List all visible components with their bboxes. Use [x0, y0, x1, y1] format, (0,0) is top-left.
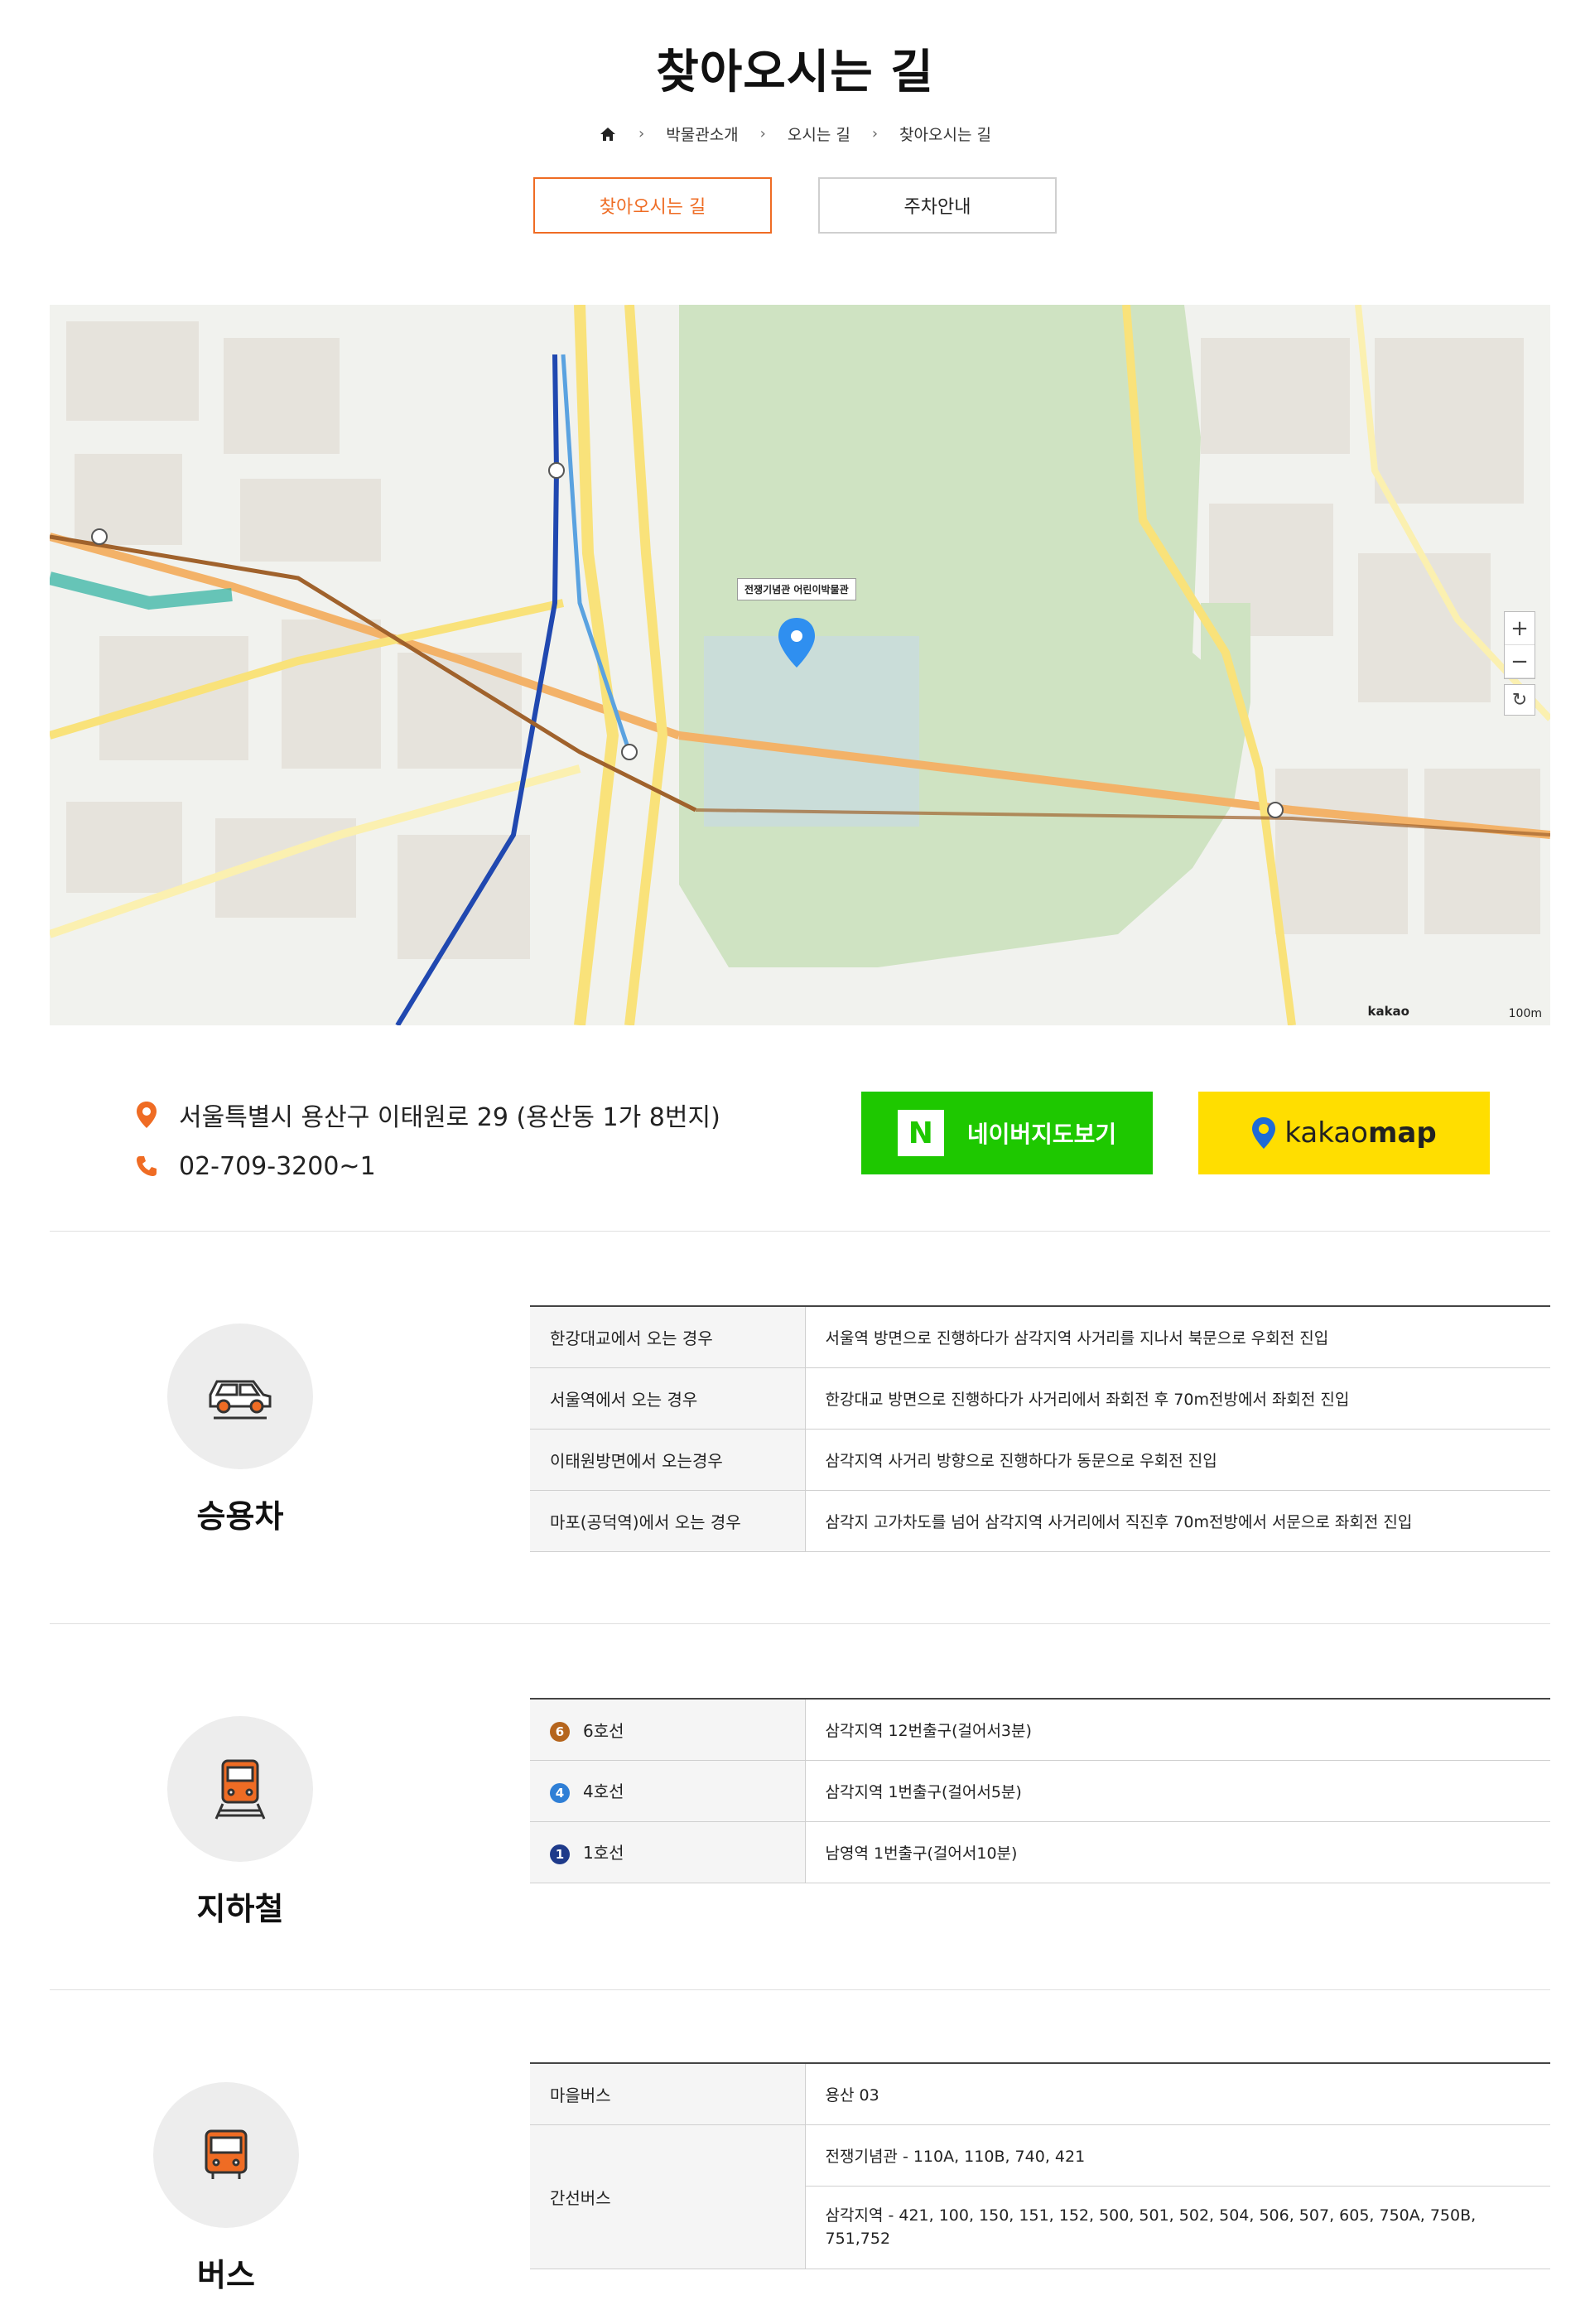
- subway-section: 지하철 6 6호선 삼각지역 12번출구(걸어서3분) 4 4호선 삼각지역 1번출…: [50, 1698, 1550, 1946]
- kakao-map-button-label-light: kakao: [1284, 1116, 1368, 1150]
- zoom-control: + −: [1504, 611, 1535, 679]
- table-row: 한강대교에서 오는 경우 서울역 방면으로 진행하다가 삼각지역 사거리를 지나서…: [530, 1306, 1550, 1368]
- zoom-in-button[interactable]: +: [1505, 612, 1535, 645]
- table-row: 서울역에서 오는 경우 한강대교 방면으로 진행하다가 사거리에서 좌회전 후 7…: [530, 1367, 1550, 1430]
- subway-line: 6 6호선: [530, 1699, 806, 1761]
- subway-line: 4 4호선: [530, 1760, 806, 1822]
- tab-bar: 찾아오시는 길 주차안내: [0, 177, 1590, 234]
- tab-directions[interactable]: 찾아오시는 길: [533, 177, 772, 234]
- address-text: 서울특별시 용산구 이태원로 29 (용산동 1가 8번지): [179, 1103, 720, 1132]
- bus-route-table: 마을버스 용산 03 간선버스 전쟁기념관 - 110A, 110B, 740,…: [530, 2062, 1550, 2269]
- table-row: 간선버스 전쟁기념관 - 110A, 110B, 740, 421: [530, 2124, 1550, 2269]
- route-description: 용산 03: [805, 2063, 1550, 2125]
- table-row: 4 4호선 삼각지역 1번출구(걸어서5분): [530, 1760, 1550, 1822]
- table-row: 마포(공덕역)에서 오는 경우 삼각지 고가차도를 넘어 삼각지역 사거리에서 직…: [530, 1490, 1550, 1552]
- route-description: 삼각지역 12번출구(걸어서3분): [805, 1699, 1550, 1761]
- subway-line-name: 4호선: [583, 1782, 624, 1802]
- phone-icon: [134, 1151, 159, 1181]
- breadcrumb-item-directions[interactable]: 오시는 길: [788, 123, 850, 145]
- home-icon[interactable]: [599, 126, 617, 142]
- route-origin: 한강대교에서 오는 경우: [530, 1306, 806, 1368]
- naver-map-button[interactable]: N 네이버지도보기: [861, 1092, 1153, 1174]
- bus-label: 버스: [197, 2257, 255, 2293]
- page-title: 찾아오시는 길: [656, 46, 934, 99]
- map-scale: 100m: [1508, 1007, 1542, 1020]
- car-icon: [167, 1324, 313, 1469]
- breadcrumb-item-current: 찾아오시는 길: [899, 126, 991, 144]
- map-canvas: [50, 305, 1550, 1025]
- divider: [50, 1231, 1550, 1232]
- subway-line-name: 1호선: [583, 1843, 624, 1864]
- route-description: 삼각지역 사거리 방향으로 진행하다가 동문으로 우회전 진입: [805, 1429, 1550, 1491]
- subway-line-name: 6호선: [583, 1720, 624, 1741]
- car-label: 승용차: [196, 1498, 284, 1535]
- table-row: 1 1호선 남영역 1번출구(걸어서10분): [530, 1821, 1550, 1883]
- line-4-badge: 4: [550, 1782, 570, 1803]
- phone-text: 02-709-3200~1: [179, 1151, 376, 1181]
- chevron-right-icon: ›: [638, 125, 645, 142]
- kakao-pin-icon: [1251, 1116, 1276, 1150]
- car-route-table: 한강대교에서 오는 경우 서울역 방면으로 진행하다가 삼각지역 사거리를 지나서…: [530, 1305, 1550, 1552]
- map-view[interactable]: 전쟁기념관 어린이박물관 + − ↻ kakao 100m: [50, 305, 1550, 1025]
- route-description: 삼각지역 - 421, 100, 150, 151, 152, 500, 501…: [805, 2186, 1550, 2269]
- route-description: 전쟁기념관 - 110A, 110B, 740, 421: [805, 2124, 1550, 2187]
- subway-line: 1 1호선: [530, 1821, 806, 1883]
- map-marker-label: 전쟁기념관 어린이박물관: [737, 578, 856, 600]
- breadcrumb: › 박물관소개 › 오시는 길 › 찾아오시는 길: [0, 123, 1590, 145]
- route-description: 삼각지 고가차도를 넘어 삼각지역 사거리에서 직진후 70m전방에서 서문으로…: [805, 1490, 1550, 1552]
- bus-type: 마을버스: [530, 2063, 806, 2125]
- train-icon: [167, 1716, 313, 1862]
- car-category: 승용차: [167, 1324, 313, 1536]
- kakao-map-button-label-bold: map: [1367, 1116, 1437, 1150]
- route-description: 한강대교 방면으로 진행하다가 사거리에서 좌회전 후 70m전방에서 좌회전 …: [805, 1367, 1550, 1430]
- location-info: 서울특별시 용산구 이태원로 29 (용산동 1가 8번지) 02-709-32…: [50, 1077, 1550, 1193]
- naver-logo-icon: N: [897, 1110, 944, 1156]
- table-row: 마을버스 용산 03: [530, 2063, 1550, 2125]
- divider: [50, 1623, 1550, 1624]
- kakao-map-logo: kakao: [1367, 1004, 1409, 1019]
- bus-icon: [153, 2082, 299, 2228]
- naver-map-button-label: 네이버지도보기: [966, 1121, 1117, 1148]
- refresh-icon[interactable]: ↻: [1504, 684, 1535, 716]
- subway-route-table: 6 6호선 삼각지역 12번출구(걸어서3분) 4 4호선 삼각지역 1번출구(걸어…: [530, 1698, 1550, 1883]
- route-origin: 이태원방면에서 오는경우: [530, 1429, 806, 1491]
- route-description: 남영역 1번출구(걸어서10분): [805, 1821, 1550, 1883]
- route-description: 서울역 방면으로 진행하다가 삼각지역 사거리를 지나서 북문으로 우회전 진입: [805, 1306, 1550, 1368]
- line-6-badge: 6: [550, 1722, 570, 1742]
- phone-row: 02-709-3200~1: [134, 1151, 376, 1181]
- table-row: 이태원방면에서 오는경우 삼각지역 사거리 방향으로 진행하다가 동문으로 우회전…: [530, 1429, 1550, 1491]
- location-pin-icon: [134, 1100, 159, 1130]
- chevron-right-icon: ›: [871, 125, 879, 142]
- subway-label: 지하철: [196, 1891, 284, 1927]
- breadcrumb-item-museum-intro[interactable]: 박물관소개: [666, 123, 738, 145]
- divider: [50, 1989, 1550, 1990]
- bus-category: 버스: [153, 2082, 299, 2295]
- line-1-badge: 1: [550, 1844, 570, 1864]
- subway-category: 지하철: [167, 1716, 313, 1929]
- bus-type: 간선버스: [530, 2124, 806, 2269]
- route-origin: 마포(공덕역)에서 오는 경우: [530, 1490, 806, 1552]
- address-row: 서울특별시 용산구 이태원로 29 (용산동 1가 8번지): [134, 1097, 720, 1133]
- car-section: 승용차 한강대교에서 오는 경우 서울역 방면으로 진행하다가 삼각지역 사거리를…: [50, 1305, 1550, 1554]
- route-description: 삼각지역 1번출구(걸어서5분): [805, 1760, 1550, 1822]
- route-origin: 서울역에서 오는 경우: [530, 1367, 806, 1430]
- zoom-out-button[interactable]: −: [1505, 645, 1535, 678]
- table-row: 6 6호선 삼각지역 12번출구(걸어서3분): [530, 1699, 1550, 1761]
- kakao-map-button[interactable]: kakao map: [1198, 1092, 1490, 1174]
- tab-parking[interactable]: 주차안내: [818, 177, 1057, 234]
- chevron-right-icon: ›: [759, 125, 766, 142]
- bus-section: 버스 마을버스 용산 03 간선버스 전쟁기념관 - 110A, 110B, 7…: [50, 2062, 1550, 2311]
